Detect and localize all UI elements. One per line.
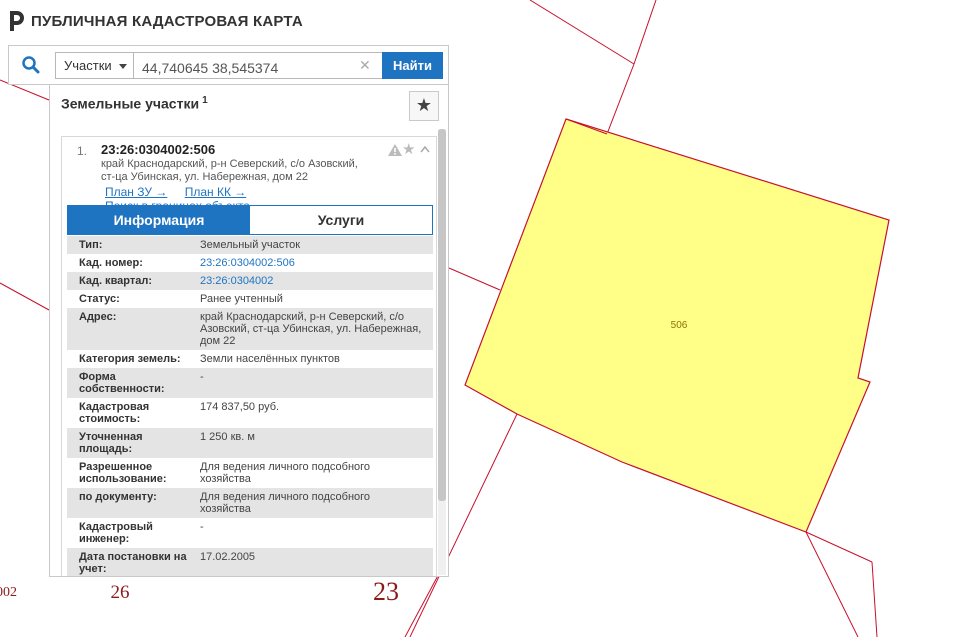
- parcel-card: 1. 23:26:0304002:506 край Краснодарский,…: [61, 136, 437, 576]
- boundary-line: [0, 282, 50, 311]
- search-bar: Участки ✕ Найти: [8, 45, 449, 85]
- search-type-label: Участки: [64, 58, 112, 73]
- app-header: ПУБЛИЧНАЯ КАДАСТРОВАЯ КАРТА: [8, 8, 303, 34]
- property-value: -: [200, 371, 204, 383]
- property-key: Категория земель:: [79, 353, 181, 365]
- property-row: Кадастровый инженер: -: [67, 518, 433, 548]
- property-value: Земли населённых пунктов: [200, 353, 340, 365]
- property-row: Дата постановки на учет: 17.02.2005: [67, 548, 433, 576]
- chevron-up-icon[interactable]: [420, 145, 430, 153]
- logo-icon: [10, 11, 24, 31]
- boundary-line: [606, 63, 635, 135]
- watermark: Циан: [712, 525, 802, 566]
- results-panel: Земельные участки 1 ★ 1. 23:26:0304002:50…: [49, 85, 449, 577]
- property-key: Статус:: [79, 293, 120, 305]
- property-row: по документу: Для ведения личного подсобн…: [67, 488, 433, 518]
- property-row: Кад. номер: 23:26:0304002:506: [67, 254, 433, 272]
- property-value: 1 250 кв. м: [200, 431, 255, 443]
- property-row: Уточненная площадь: 1 250 кв. м: [67, 428, 433, 458]
- map-label-26: 26: [111, 582, 130, 603]
- properties-table: Тип: Земельный участок Кад. номер: 23:26:0…: [67, 236, 433, 576]
- property-value: Ранее учтенный: [200, 293, 283, 305]
- property-row: Адрес: край Краснодарский, р-н Северский,…: [67, 308, 433, 350]
- item-cad-number[interactable]: 23:26:0304002:506: [101, 142, 215, 157]
- property-key: Дата постановки на учет:: [79, 551, 187, 575]
- property-row: Категория земель: Земли населённых пункто…: [67, 350, 433, 368]
- property-row: Статус: Ранее учтенный: [67, 290, 433, 308]
- property-key: Кад. квартал:: [79, 275, 153, 287]
- property-key: Кадастровая стоимость:: [79, 401, 150, 425]
- property-row: Кадастровая стоимость: 174 837,50 руб.: [67, 398, 433, 428]
- link-plan-zu[interactable]: План ЗУ →: [105, 185, 167, 199]
- favorites-button[interactable]: ★: [409, 91, 439, 121]
- boundary-line: [633, 0, 657, 65]
- boundary-line: [448, 267, 501, 291]
- property-row: Форма собственности: -: [67, 368, 433, 398]
- item-address-line: ст-ца Убинская, ул. Набережная, дом 22: [101, 171, 308, 183]
- search-type-select[interactable]: Участки: [55, 52, 133, 79]
- property-key: Тип:: [79, 239, 103, 251]
- search-icon[interactable]: [21, 55, 41, 75]
- property-key: Разрешенное использование:: [79, 461, 167, 485]
- item-index: 1.: [77, 144, 88, 158]
- scrollbar-thumb[interactable]: [438, 129, 446, 501]
- item-address: край Краснодарский, р-н Северский, с/о А…: [101, 158, 371, 184]
- property-row: Тип: Земельный участок: [67, 236, 433, 254]
- property-key: Адрес:: [79, 311, 117, 323]
- boundary-line: [805, 531, 873, 563]
- tab-services[interactable]: Услуги: [250, 206, 432, 234]
- map-label-002: 002: [0, 585, 17, 600]
- property-value: -: [200, 521, 204, 533]
- star-icon[interactable]: ★: [402, 140, 415, 158]
- warning-icon[interactable]: [388, 144, 402, 156]
- app-title: ПУБЛИЧНАЯ КАДАСТРОВАЯ КАРТА: [31, 12, 303, 30]
- property-value: Для ведения личного подсобного хозяйства: [200, 461, 371, 485]
- property-value-link[interactable]: 23:26:0304002:506: [187, 257, 433, 269]
- star-icon: ★: [415, 95, 433, 115]
- close-icon[interactable]: ✕: [359, 58, 371, 72]
- property-value-link[interactable]: 23:26:0304002: [187, 275, 433, 287]
- property-key: по документу:: [79, 491, 157, 503]
- find-button[interactable]: Найти: [382, 52, 443, 79]
- property-key: Кадастровый инженер:: [79, 521, 153, 545]
- map-label-23: 23: [373, 577, 399, 606]
- item-address-line: край Краснодарский, р-н Северский, с/о А…: [101, 158, 358, 170]
- property-value: Для ведения личного подсобного хозяйства: [200, 491, 371, 515]
- boundary-line: [871, 561, 878, 637]
- property-key: Форма собственности:: [79, 371, 165, 395]
- property-value: край Краснодарский, р-н Северский, с/о А…: [200, 311, 422, 347]
- search-input[interactable]: [133, 52, 383, 79]
- panel-title: Земельные участки 1: [61, 95, 208, 112]
- link-plan-kk[interactable]: План КК →: [185, 185, 247, 199]
- boundary-line: [529, 0, 635, 65]
- property-value: 17.02.2005: [200, 551, 256, 563]
- tab-information[interactable]: Информация: [68, 206, 250, 234]
- property-row: Разрешенное использование: Для ведения ли…: [67, 458, 433, 488]
- property-key: Кад. номер:: [79, 257, 143, 269]
- results-count: 1: [202, 95, 208, 106]
- chevron-down-icon: [119, 64, 127, 69]
- property-row: Кад. квартал: 23:26:0304002: [67, 272, 433, 290]
- boundary-line: [805, 531, 859, 637]
- item-tabs: Информация Услуги: [67, 205, 433, 235]
- property-key: Уточненная площадь:: [79, 431, 143, 455]
- property-value: 174 837,50 руб.: [200, 401, 280, 413]
- property-value: Земельный участок: [200, 239, 301, 251]
- panel-title-text: Земельные участки: [61, 95, 200, 112]
- parcel-label: 506: [671, 320, 688, 331]
